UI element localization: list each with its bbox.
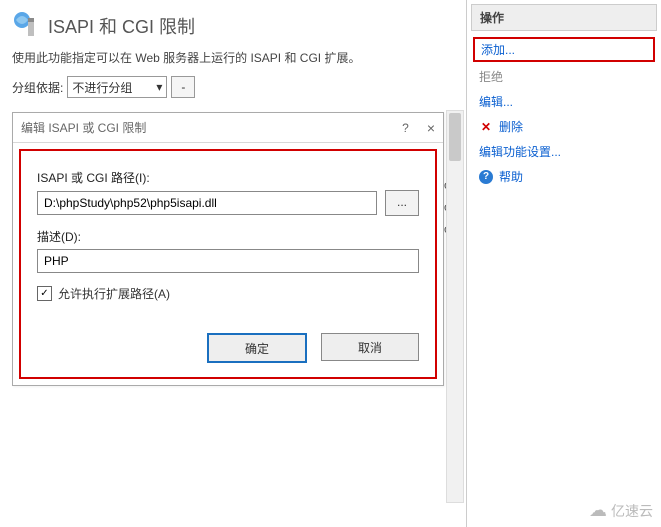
- dialog-help-button[interactable]: ?: [402, 121, 409, 135]
- cloud-icon: ☁: [589, 500, 607, 521]
- help-icon: ?: [479, 170, 493, 184]
- path-label: ISAPI 或 CGI 路径(I):: [37, 169, 419, 186]
- dialog-body: ISAPI 或 CGI 路径(I): ... 描述(D): ✓ 允许执行扩展路径…: [19, 149, 437, 379]
- action-help[interactable]: ? 帮助: [471, 164, 657, 189]
- vertical-scrollbar[interactable]: [446, 110, 464, 503]
- allow-checkbox-row[interactable]: ✓ 允许执行扩展路径(A): [37, 285, 419, 302]
- watermark: ☁ 亿速云: [589, 500, 653, 521]
- browse-button[interactable]: ...: [385, 190, 419, 216]
- action-delete-label: 删除: [499, 118, 523, 135]
- action-add-label: 添加...: [481, 41, 515, 58]
- ok-button[interactable]: 确定: [207, 333, 307, 363]
- grouping-row: 分组依据: 不进行分组 ▾ -: [12, 76, 454, 98]
- action-help-label: 帮助: [499, 168, 523, 185]
- delete-icon: ✕: [479, 120, 493, 134]
- page-description: 使用此功能指定可以在 Web 服务器上运行的 ISAPI 和 CGI 扩展。: [12, 49, 454, 66]
- grouping-select[interactable]: 不进行分组 ▾: [67, 76, 167, 98]
- action-add[interactable]: 添加...: [473, 37, 655, 62]
- dialog-title: 编辑 ISAPI 或 CGI 限制: [21, 119, 146, 136]
- description-label: 描述(D):: [37, 228, 419, 245]
- grouping-label: 分组依据:: [12, 79, 63, 96]
- action-deny-label: 拒绝: [479, 68, 503, 85]
- scrollbar-thumb[interactable]: [449, 113, 461, 161]
- path-input[interactable]: [37, 191, 377, 215]
- watermark-text: 亿速云: [611, 501, 653, 521]
- grouping-extra-button[interactable]: -: [171, 76, 195, 98]
- chevron-down-icon: ▾: [156, 80, 162, 94]
- action-feature-label: 编辑功能设置...: [479, 143, 561, 160]
- action-feature-settings[interactable]: 编辑功能设置...: [471, 139, 657, 164]
- page-header: ISAPI 和 CGI 限制: [12, 10, 454, 41]
- action-edit[interactable]: 编辑...: [471, 89, 657, 114]
- grouping-value: 不进行分组: [72, 79, 132, 96]
- edit-restriction-dialog: 编辑 ISAPI 或 CGI 限制 ? × ISAPI 或 CGI 路径(I):…: [12, 112, 444, 386]
- allow-checkbox-label: 允许执行扩展路径(A): [58, 285, 170, 302]
- action-deny[interactable]: 拒绝: [471, 64, 657, 89]
- cancel-button[interactable]: 取消: [321, 333, 419, 361]
- actions-panel: 操作 添加... 拒绝 编辑... ✕ 删除 编辑功能设置... ? 帮助: [466, 0, 661, 527]
- action-delete[interactable]: ✕ 删除: [471, 114, 657, 139]
- action-edit-label: 编辑...: [479, 93, 513, 110]
- actions-title: 操作: [471, 4, 657, 31]
- dialog-titlebar: 编辑 ISAPI 或 CGI 限制 ? ×: [13, 113, 443, 143]
- description-input[interactable]: [37, 249, 419, 273]
- app-icon: [12, 10, 40, 41]
- page-title: ISAPI 和 CGI 限制: [48, 13, 195, 39]
- close-icon[interactable]: ×: [427, 120, 435, 136]
- allow-checkbox[interactable]: ✓: [37, 286, 52, 301]
